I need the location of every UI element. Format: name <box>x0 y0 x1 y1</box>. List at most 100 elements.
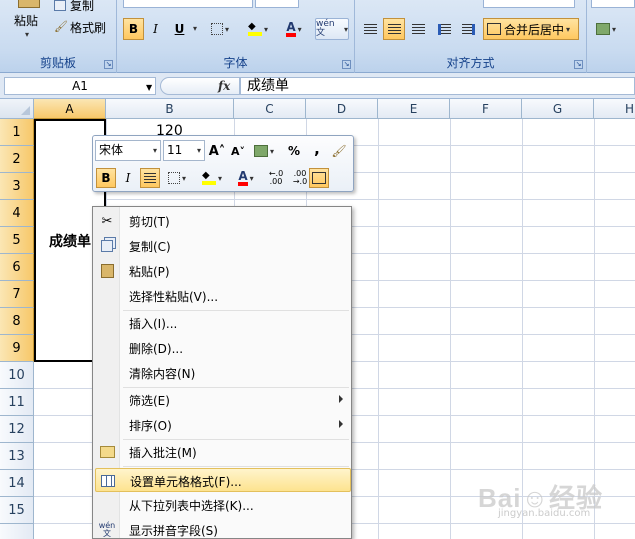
menu-item-label: 清除内容(N) <box>129 367 196 381</box>
align-center-icon <box>144 172 156 184</box>
wrap-text-button[interactable] <box>483 0 575 8</box>
mini-fill-color-button[interactable]: ◆ ▾ <box>197 168 227 188</box>
comment-icon <box>98 443 116 461</box>
row-header-10[interactable]: 10 <box>0 362 34 389</box>
underline-button[interactable]: U <box>169 18 190 40</box>
dialog-launcher-icon[interactable]: ↘ <box>342 60 351 69</box>
row-header-8[interactable]: 8 <box>0 308 34 335</box>
dialog-launcher-icon[interactable]: ↘ <box>574 60 583 69</box>
menu-item-clear-contents[interactable]: 清除内容(N) <box>95 361 351 385</box>
mini-merge-center-button[interactable] <box>309 168 329 188</box>
row-header-6[interactable]: 6 <box>0 254 34 281</box>
copy-icon <box>54 0 66 11</box>
bold-button[interactable]: B <box>123 18 144 40</box>
row-header-5[interactable]: 5 <box>0 227 34 254</box>
row-header-15[interactable]: 15 <box>0 497 34 524</box>
clipboard-group-label: 剪贴板 <box>39 56 76 70</box>
align-left-button[interactable] <box>359 18 381 40</box>
column-header-d[interactable]: D <box>306 99 378 119</box>
menu-item-copy[interactable]: 复制(C) <box>95 234 351 258</box>
menu-item-show-phonetic[interactable]: wén 文 显示拼音字段(S) <box>95 518 351 539</box>
row-header-11[interactable]: 11 <box>0 389 34 416</box>
row-header-1[interactable]: 1 <box>0 119 34 146</box>
merge-center-label: 合并后居中 <box>504 22 565 37</box>
name-box[interactable]: A1 <box>4 77 156 95</box>
font-name-select[interactable] <box>123 0 253 8</box>
menu-item-label: 设置单元格格式(F)... <box>130 475 242 489</box>
mini-toolbar: 宋体 ▾ 11 ▾ A˄ A˅ ▾ % , 🖌 B I ▾ ◆ ▾ A ▾ ←.0 .0… <box>92 135 354 192</box>
copy-button[interactable]: 复制 <box>54 0 94 13</box>
format-painter-button[interactable]: 🖌 <box>329 141 349 161</box>
row-header-7[interactable]: 7 <box>0 281 34 308</box>
comma-style-button[interactable]: , <box>307 139 327 159</box>
column-header-g[interactable]: G <box>522 99 594 119</box>
dialog-launcher-icon[interactable]: ↘ <box>104 60 113 69</box>
name-box-dropdown-icon[interactable]: ▼ <box>146 83 152 92</box>
borders-button[interactable]: ▾ <box>205 18 235 40</box>
underline-dropdown-icon[interactable]: ▾ <box>193 24 197 33</box>
mini-bold-button[interactable]: B <box>96 168 116 188</box>
chevron-down-icon: ▾ <box>196 146 201 155</box>
format-painter-button[interactable]: 🖌 格式刷 <box>54 19 106 35</box>
font-size-select[interactable] <box>255 0 299 8</box>
row-header-4[interactable]: 4 <box>0 200 34 227</box>
row-header-13[interactable]: 13 <box>0 443 34 470</box>
chevron-down-icon: ▾ <box>263 24 268 34</box>
align-right-button[interactable] <box>407 18 429 40</box>
menu-item-insert-comment[interactable]: 插入批注(M) <box>95 440 351 464</box>
insert-function-icon[interactable]: fx <box>218 79 230 93</box>
mini-borders-button[interactable]: ▾ <box>163 168 191 188</box>
mini-center-button[interactable] <box>140 168 160 188</box>
menu-item-pick-from-list[interactable]: 从下拉列表中选择(K)... <box>95 493 351 517</box>
align-center-icon <box>387 23 401 35</box>
grow-font-button[interactable]: A˄ <box>207 141 227 161</box>
column-header-f[interactable]: F <box>450 99 522 119</box>
column-header-b[interactable]: B <box>106 99 234 119</box>
increase-indent-button[interactable] <box>457 18 479 40</box>
menu-item-cut[interactable]: ✂ 剪切(T) <box>95 209 351 233</box>
row-header-16[interactable] <box>0 524 34 539</box>
menu-item-paste[interactable]: 粘贴(P) <box>95 259 351 283</box>
mini-font-name-select[interactable]: 宋体 ▾ <box>95 140 161 161</box>
accounting-format-button[interactable]: ▾ <box>251 141 277 161</box>
menu-item-filter[interactable]: 筛选(E) <box>95 388 351 412</box>
row-header-14[interactable]: 14 <box>0 470 34 497</box>
align-center-button[interactable] <box>383 18 405 40</box>
font-color-button[interactable]: A ▾ <box>277 18 311 40</box>
select-all-button[interactable] <box>0 99 34 119</box>
merge-center-button[interactable]: 合并后居中 ▾ <box>483 18 579 40</box>
number-format-select[interactable] <box>591 0 635 8</box>
mini-italic-button[interactable]: I <box>118 168 138 188</box>
mini-font-color-button[interactable]: A ▾ <box>231 168 261 188</box>
fill-color-button[interactable]: ◆ ▾ <box>241 18 275 40</box>
mini-font-size-select[interactable]: 11 ▾ <box>163 140 205 161</box>
shrink-font-button[interactable]: A˅ <box>228 141 248 161</box>
menu-item-label: 排序(O) <box>129 419 172 433</box>
chevron-down-icon: ▾ <box>566 24 571 34</box>
formula-input[interactable]: 成绩单 <box>240 77 635 95</box>
column-header-e[interactable]: E <box>378 99 450 119</box>
menu-item-format-cells[interactable]: 设置单元格格式(F)... <box>95 468 351 492</box>
menu-item-sort[interactable]: 排序(O) <box>95 413 351 437</box>
menu-item-delete[interactable]: 删除(D)... <box>95 336 351 360</box>
gridline <box>378 119 379 539</box>
accounting-format-button[interactable]: ▾ <box>591 18 621 40</box>
increase-decimal-button[interactable]: ←.0 .00 <box>265 168 287 188</box>
menu-item-label: 剪切(T) <box>129 215 170 229</box>
row-header-9[interactable]: 9 <box>0 335 34 362</box>
menu-item-paste-special[interactable]: 选择性粘贴(V)... <box>95 284 351 308</box>
column-header-a[interactable]: A <box>34 99 106 119</box>
row-header-12[interactable]: 12 <box>0 416 34 443</box>
format-cells-icon <box>99 472 117 490</box>
column-header-c[interactable]: C <box>234 99 306 119</box>
row-header-2[interactable]: 2 <box>0 146 34 173</box>
row-header-3[interactable]: 3 <box>0 173 34 200</box>
italic-button[interactable]: I <box>145 18 166 40</box>
decrease-decimal-button[interactable]: .00 →.0 <box>289 168 311 188</box>
menu-item-insert[interactable]: 插入(I)... <box>95 311 351 335</box>
column-header-h[interactable]: H <box>594 99 635 119</box>
percent-style-button[interactable]: % <box>284 141 304 161</box>
phonetic-guide-button[interactable]: wén 文 ▾ <box>315 18 349 40</box>
decrease-indent-button[interactable] <box>433 18 455 40</box>
paste-button[interactable]: 粘贴 ▾ <box>6 0 50 48</box>
